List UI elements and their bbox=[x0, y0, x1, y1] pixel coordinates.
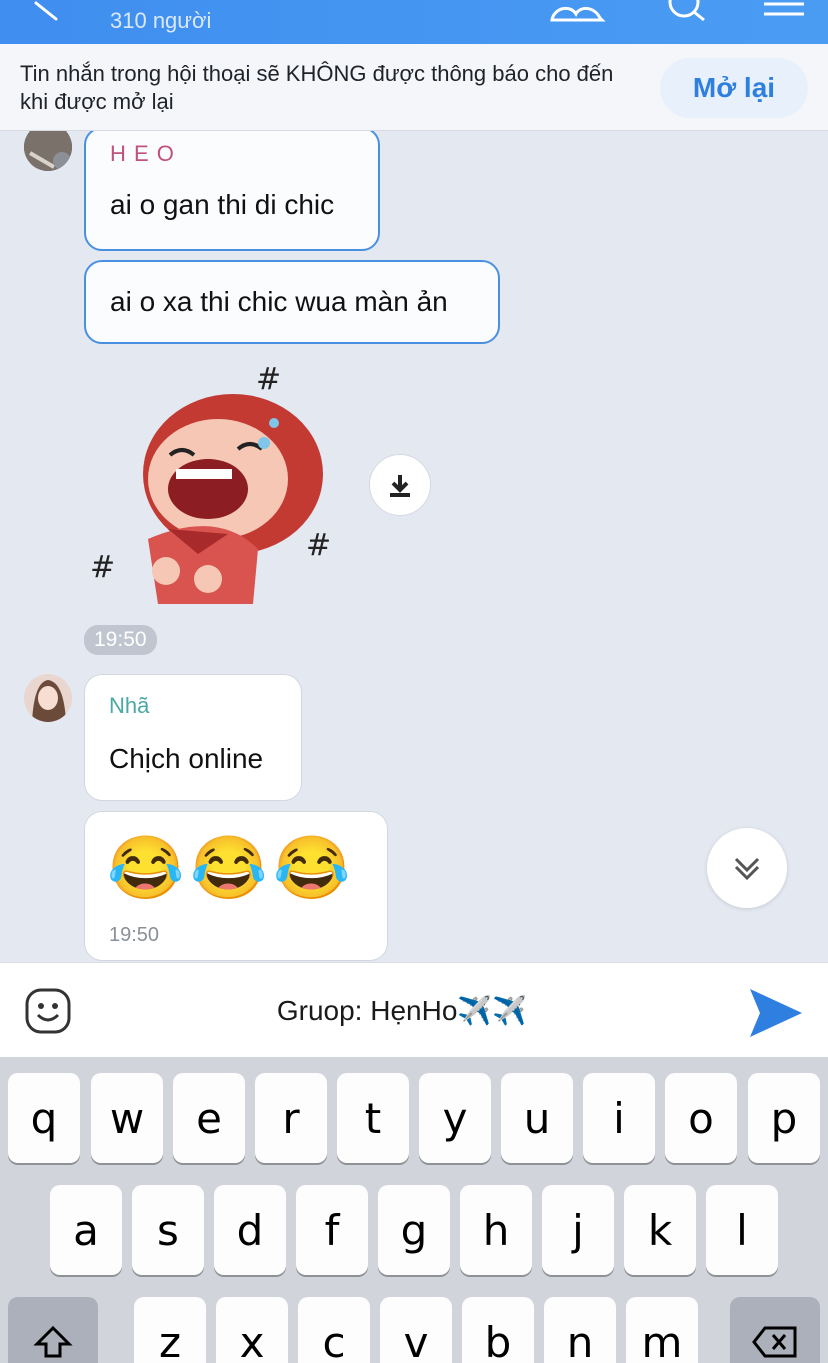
scroll-to-bottom-button[interactable] bbox=[707, 828, 787, 908]
key-a[interactable]: a bbox=[50, 1185, 122, 1275]
mute-banner: Tin nhắn trong hội thoại sẽ KHÔNG được t… bbox=[0, 44, 828, 131]
shift-key[interactable] bbox=[8, 1297, 98, 1363]
key-k[interactable]: k bbox=[624, 1185, 696, 1275]
key-j[interactable]: j bbox=[542, 1185, 614, 1275]
key-e[interactable]: e bbox=[173, 1073, 245, 1163]
timestamp: 19:50 bbox=[84, 625, 157, 655]
chat-messages[interactable]: H E O ai o gan thi di chic ai o xa thi c… bbox=[0, 131, 828, 962]
backspace-icon bbox=[752, 1326, 797, 1358]
sender-name: H E O bbox=[110, 141, 175, 166]
group-members-icon[interactable] bbox=[548, 0, 608, 24]
member-count[interactable]: 310 người bbox=[110, 8, 211, 34]
smile-icon[interactable] bbox=[24, 987, 72, 1035]
key-d[interactable]: d bbox=[214, 1185, 286, 1275]
reopen-notifications-button[interactable]: Mở lại bbox=[660, 58, 808, 118]
composer-bar: Gruop: HẹnHo✈️✈️ bbox=[0, 962, 828, 1057]
key-g[interactable]: g bbox=[378, 1185, 450, 1275]
laughing-girl-sticker[interactable]: # # # bbox=[88, 359, 348, 609]
menu-icon[interactable] bbox=[760, 0, 820, 24]
sender-name: Nhã bbox=[109, 693, 150, 718]
emoji-message: 😂😂😂 bbox=[107, 834, 357, 903]
key-x[interactable]: x bbox=[216, 1297, 288, 1363]
double-chevron-down-icon bbox=[734, 857, 760, 881]
search-icon[interactable] bbox=[660, 0, 720, 24]
backspace-key[interactable] bbox=[730, 1297, 820, 1363]
chevron-left-icon[interactable] bbox=[28, 0, 68, 32]
message-text: ai o gan thi di chic bbox=[110, 189, 335, 220]
key-r[interactable]: r bbox=[255, 1073, 327, 1163]
key-t[interactable]: t bbox=[337, 1073, 409, 1163]
message-bubble[interactable]: Nhã Chịch online bbox=[84, 674, 302, 801]
svg-text:#: # bbox=[256, 362, 281, 397]
key-q[interactable]: q bbox=[8, 1073, 80, 1163]
svg-text:#: # bbox=[306, 528, 331, 563]
download-button[interactable] bbox=[369, 454, 431, 516]
key-m[interactable]: m bbox=[626, 1297, 698, 1363]
key-u[interactable]: u bbox=[501, 1073, 573, 1163]
key-c[interactable]: c bbox=[298, 1297, 370, 1363]
key-p[interactable]: p bbox=[748, 1073, 820, 1163]
key-o[interactable]: o bbox=[665, 1073, 737, 1163]
key-n[interactable]: n bbox=[544, 1297, 616, 1363]
message-input[interactable]: Gruop: HẹnHo✈️✈️ bbox=[92, 985, 712, 1037]
key-i[interactable]: i bbox=[583, 1073, 655, 1163]
timestamp: 19:50 bbox=[109, 924, 160, 946]
message-bubble[interactable]: ai o xa thi chic wua màn ản bbox=[84, 260, 500, 344]
key-s[interactable]: s bbox=[132, 1185, 204, 1275]
key-z[interactable]: z bbox=[134, 1297, 206, 1363]
avatar[interactable] bbox=[24, 674, 72, 722]
key-v[interactable]: v bbox=[380, 1297, 452, 1363]
key-h[interactable]: h bbox=[460, 1185, 532, 1275]
chat-header: 310 người bbox=[0, 0, 828, 44]
send-icon[interactable] bbox=[746, 985, 806, 1041]
key-b[interactable]: b bbox=[462, 1297, 534, 1363]
onscreen-keyboard: q w e r t y u i o p a s d f g h j k l z … bbox=[0, 1057, 828, 1363]
download-icon bbox=[390, 475, 410, 497]
key-f[interactable]: f bbox=[296, 1185, 368, 1275]
mute-notice-text: Tin nhắn trong hội thoại sẽ KHÔNG được t… bbox=[20, 61, 614, 114]
avatar[interactable] bbox=[24, 131, 72, 171]
message-bubble[interactable]: 😂😂😂 19:50 bbox=[84, 811, 388, 961]
key-w[interactable]: w bbox=[91, 1073, 163, 1163]
key-l[interactable]: l bbox=[706, 1185, 778, 1275]
key-y[interactable]: y bbox=[419, 1073, 491, 1163]
message-text: Chịch online bbox=[109, 743, 264, 774]
message-bubble[interactable]: H E O ai o gan thi di chic bbox=[84, 131, 380, 251]
message-text: ai o xa thi chic wua màn ản bbox=[110, 286, 448, 317]
shift-icon bbox=[33, 1325, 73, 1358]
svg-text:#: # bbox=[90, 550, 115, 585]
